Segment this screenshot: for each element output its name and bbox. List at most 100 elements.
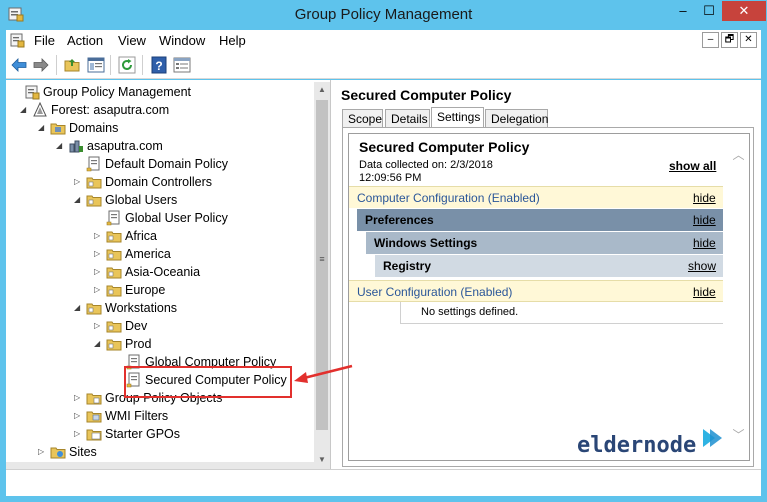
tree-node[interactable]: ◢ Global Users [6, 191, 312, 209]
sites-icon [50, 447, 66, 459]
data-collected-info: Data collected on: 2/3/2018 12:09:56 PM [359, 159, 493, 185]
forest-icon [33, 102, 47, 117]
tree-node[interactable]: ◢ Workstations [6, 299, 312, 317]
chevron-up-icon[interactable]: ︿ [727, 146, 749, 163]
forward-arrow-icon[interactable] [32, 56, 50, 74]
close-button[interactable]: ✕ [722, 1, 766, 21]
details-pane: Secured Computer Policy Scope Details Se… [335, 80, 761, 469]
registry-row[interactable]: Registry show [375, 255, 723, 277]
collapse-arrow-icon[interactable]: ◢ [56, 141, 66, 151]
tab-details[interactable]: Details [385, 109, 430, 127]
tree-horizontal-scrollbar[interactable] [6, 462, 326, 469]
show-hide-tree-icon[interactable] [87, 56, 105, 74]
expand-arrow-icon[interactable]: ▷ [74, 177, 84, 187]
tree-node[interactable]: Default Domain Policy [6, 155, 312, 173]
tab-scope[interactable]: Scope [342, 109, 383, 127]
expand-arrow-icon[interactable]: ▷ [94, 267, 104, 277]
tree-node[interactable]: ◢ Domains [6, 119, 312, 137]
tree-node[interactable]: ▷ Europe [6, 281, 312, 299]
collapse-arrow-icon[interactable]: ◢ [38, 123, 48, 133]
tree-vertical-scrollbar[interactable]: ▲ ≡ ▼ [314, 82, 330, 469]
mdi-minimize-button[interactable]: – [702, 32, 719, 48]
title-bar[interactable]: Group Policy Management – ☐ ✕ [0, 0, 767, 30]
ou-folder-icon [106, 249, 122, 261]
expand-arrow-icon[interactable]: ▷ [94, 321, 104, 331]
show-all-link[interactable]: show all [669, 159, 716, 173]
scroll-up-icon[interactable]: ▲ [314, 82, 330, 98]
preferences-row[interactable]: Preferences hide [357, 209, 723, 231]
menu-file[interactable]: File [34, 33, 55, 48]
gpo-link-icon [106, 210, 120, 226]
tree-node[interactable]: ▷ Starter GPOs [6, 425, 312, 443]
data-collected-time: 12:09:56 PM [359, 172, 422, 184]
menu-help[interactable]: Help [219, 33, 246, 48]
expand-arrow-icon[interactable]: ▷ [94, 285, 104, 295]
console-menu-icon[interactable] [10, 33, 25, 48]
registry-show-link[interactable]: show [688, 259, 716, 273]
help-icon[interactable]: ? [150, 56, 168, 74]
tree-node[interactable]: ▷ Domain Controllers [6, 173, 312, 191]
collapse-arrow-icon[interactable]: ◢ [94, 339, 104, 349]
refresh-icon[interactable] [118, 56, 136, 74]
console-content: ▲ ≡ ▼ Group Policy Management ◢ Forest: as… [6, 80, 761, 469]
computer-configuration-row[interactable]: Computer Configuration (Enabled) hide [349, 186, 723, 208]
tree-node[interactable]: ▷ Africa [6, 227, 312, 245]
tree-node-label: Prod [125, 337, 152, 351]
gpo-folder-icon [86, 393, 102, 405]
tree-node-label: Domain Controllers [105, 175, 212, 189]
up-folder-icon[interactable] [64, 56, 82, 74]
wmi-folder-icon [86, 411, 102, 423]
tree-node[interactable]: ◢ Prod [6, 335, 312, 353]
window-title: Group Policy Management [294, 6, 473, 23]
tree-node[interactable]: ▷ America [6, 245, 312, 263]
computer-configuration-hide-link[interactable]: hide [693, 191, 716, 205]
computer-configuration-label: Computer Configuration (Enabled) [357, 191, 540, 205]
eldernode-watermark: eldernode [577, 433, 697, 458]
tab-delegation[interactable]: Delegation [485, 109, 548, 127]
mdi-close-button[interactable]: ✕ [740, 32, 757, 48]
report-vertical-scrollbar[interactable]: ︿ ﹀ [727, 134, 749, 460]
menu-action[interactable]: Action [67, 33, 103, 48]
menu-view[interactable]: View [118, 33, 146, 48]
minimize-button[interactable]: – [670, 1, 696, 21]
tree-node[interactable]: Group Policy Management [6, 83, 312, 101]
highlight-box [124, 366, 292, 398]
ou-folder-icon [106, 231, 122, 243]
collapse-arrow-icon[interactable]: ◢ [20, 105, 30, 115]
user-configuration-hide-link[interactable]: hide [693, 285, 716, 299]
tree-node[interactable]: ▷ Dev [6, 317, 312, 335]
back-arrow-icon[interactable] [10, 56, 28, 74]
mdi-restore-button[interactable]: 🗗 [721, 32, 738, 48]
tree-node[interactable]: Global User Policy [6, 209, 312, 227]
collapse-arrow-icon[interactable]: ◢ [74, 195, 84, 205]
tree-node[interactable]: ◢ Forest: asaputra.com [6, 101, 312, 119]
tree-node[interactable]: ◢ asaputra.com [6, 137, 312, 155]
toolbar-separator [142, 55, 143, 75]
preferences-hide-link[interactable]: hide [693, 213, 716, 227]
expand-arrow-icon[interactable]: ▷ [38, 447, 48, 457]
properties-icon[interactable] [173, 56, 191, 74]
user-configuration-row[interactable]: User Configuration (Enabled) hide [349, 280, 723, 302]
tree-node[interactable]: ▷ Asia-Oceania [6, 263, 312, 281]
windows-settings-hide-link[interactable]: hide [693, 236, 716, 250]
maximize-button[interactable]: ☐ [696, 1, 722, 21]
expand-arrow-icon[interactable]: ▷ [74, 393, 84, 403]
expand-arrow-icon[interactable]: ▷ [94, 231, 104, 241]
tree-node[interactable]: ▷ Sites [6, 443, 312, 461]
console-tree[interactable]: ▲ ≡ ▼ Group Policy Management ◢ Forest: as… [6, 80, 331, 469]
menu-window[interactable]: Window [159, 33, 205, 48]
chevron-down-icon[interactable]: ﹀ [727, 426, 749, 443]
tree-node-label: Domains [69, 121, 119, 135]
expand-arrow-icon[interactable]: ▷ [74, 411, 84, 421]
tree-node-label: Starter GPOs [105, 427, 181, 441]
expand-arrow-icon[interactable]: ▷ [74, 429, 84, 439]
windows-settings-row[interactable]: Windows Settings hide [366, 232, 723, 254]
tab-settings[interactable]: Settings [431, 107, 484, 128]
svg-text:?: ? [155, 59, 162, 73]
collapse-arrow-icon[interactable]: ◢ [74, 303, 84, 313]
ou-folder-icon [106, 321, 122, 333]
expand-arrow-icon[interactable]: ▷ [94, 249, 104, 259]
tree-scroll-thumb[interactable] [316, 100, 328, 430]
settings-report[interactable]: Secured Computer Policy Data collected o… [348, 133, 750, 461]
tree-node[interactable]: ▷ WMI Filters [6, 407, 312, 425]
